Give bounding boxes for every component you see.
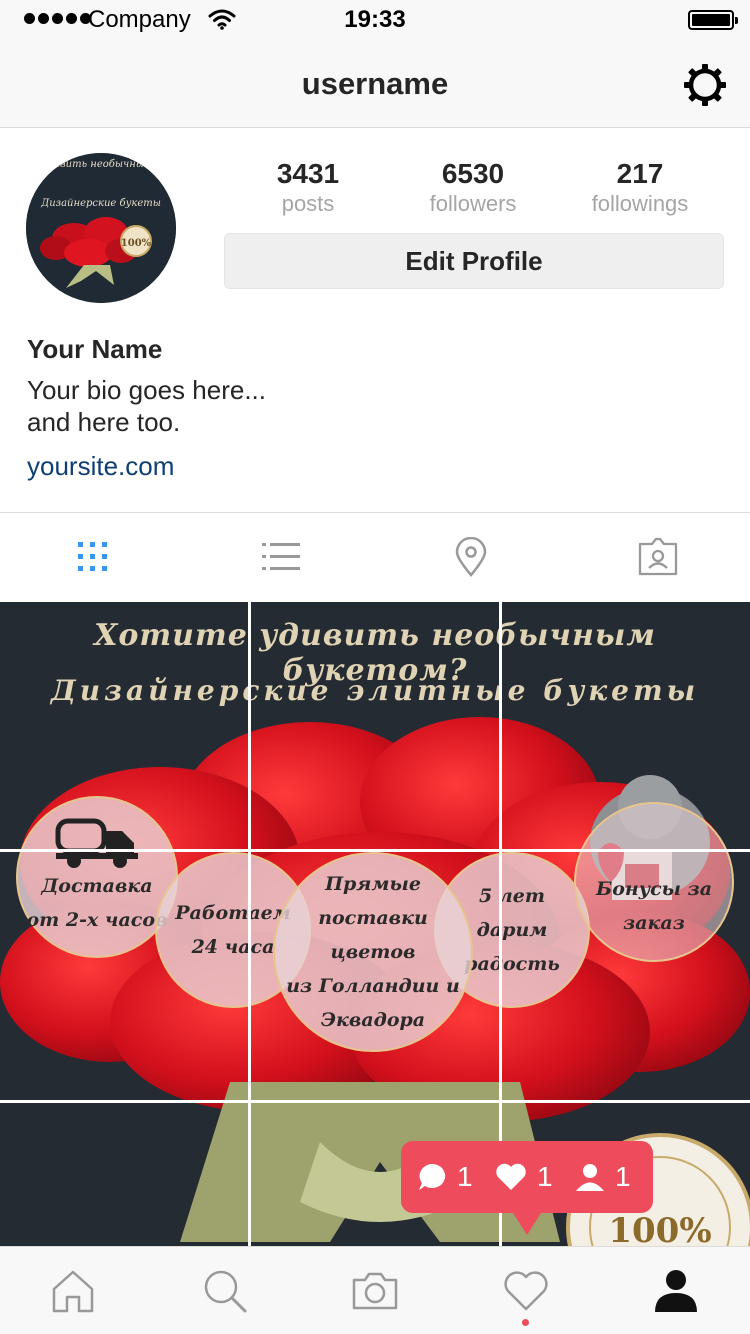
tab-activity[interactable] [502,1267,550,1315]
list-icon [262,543,300,570]
follows-activity: 1 [575,1159,631,1195]
grid-post-tile[interactable] [251,852,499,1100]
activity-notification-popup[interactable]: 1 1 1 [401,1141,653,1235]
location-pin-icon [455,537,487,577]
username-title: username [301,66,449,101]
tagged-person-icon [638,537,678,576]
camera-icon [352,1272,398,1310]
profile-avatar[interactable]: Хотите удивить необычным букетом? Дизайн… [26,153,176,303]
posts-label: posts [281,191,335,216]
tab-camera[interactable] [351,1267,399,1315]
profile-bio: Your bio goes here... and here too. [27,374,266,438]
comments-count: 1 [457,1161,473,1192]
posts-count: 3431 [276,158,340,189]
profile-header: username [0,40,750,128]
followings-count: 217 [616,158,664,189]
avatar-subline: Дизайнерские букеты [40,198,161,209]
grid-post-tile[interactable] [0,852,248,1100]
followers-label: followers [429,191,517,216]
activity-indicator-dot [522,1319,529,1326]
heart-icon [496,1163,526,1190]
tab-tagged-view[interactable] [636,535,680,579]
likes-count: 1 [537,1161,553,1192]
stat-followers[interactable]: 6530 followers [393,158,553,218]
settings-gear-icon[interactable] [682,62,728,108]
edit-profile-button[interactable]: Edit Profile [224,233,724,289]
tab-location-view[interactable] [449,535,493,579]
avatar-headline: Хотите удивить необычным букетом? [26,159,176,170]
comments-activity: 1 [417,1159,473,1195]
grid-post-tile[interactable] [502,852,750,1100]
bio-line: and here too. [27,407,181,437]
person-icon [576,1164,604,1191]
stat-posts[interactable]: 3431 posts [228,158,388,218]
heart-outline-icon [504,1271,548,1311]
profile-full-name: Your Name [27,334,163,364]
grid-post-tile[interactable] [251,602,499,849]
grid-post-tile[interactable] [0,1103,248,1246]
tab-search[interactable] [201,1267,249,1315]
tab-home[interactable] [49,1267,97,1315]
search-icon [204,1270,247,1313]
status-bar: Company 19:33 [0,0,750,40]
stat-followings[interactable]: 217 followings [560,158,720,218]
comment-bubble-icon [419,1163,446,1190]
followings-label: followings [591,191,689,216]
bottom-tab-bar [0,1246,750,1334]
profile-website-link[interactable]: yoursite.com [27,451,174,482]
grid-post-tile[interactable] [502,602,750,849]
profile-person-icon [655,1270,697,1312]
grid-post-tile[interactable] [0,602,248,849]
likes-activity: 1 [495,1159,553,1195]
followers-count: 6530 [441,158,505,189]
tab-grid-view[interactable] [71,535,115,579]
status-time: 19:33 [344,6,406,33]
profile-view-tabs [0,512,750,602]
tab-list-view[interactable] [259,535,303,579]
home-icon [52,1270,94,1313]
battery-icon [688,10,738,30]
follows-count: 1 [615,1161,631,1192]
grid-icon [78,542,107,571]
avatar-badge-text: 100% [121,238,152,249]
bio-line: Your bio goes here... [27,375,266,405]
avatar-bouquet-image: Хотите удивить необычным букетом? Дизайн… [26,153,176,303]
tab-profile[interactable] [652,1267,700,1315]
